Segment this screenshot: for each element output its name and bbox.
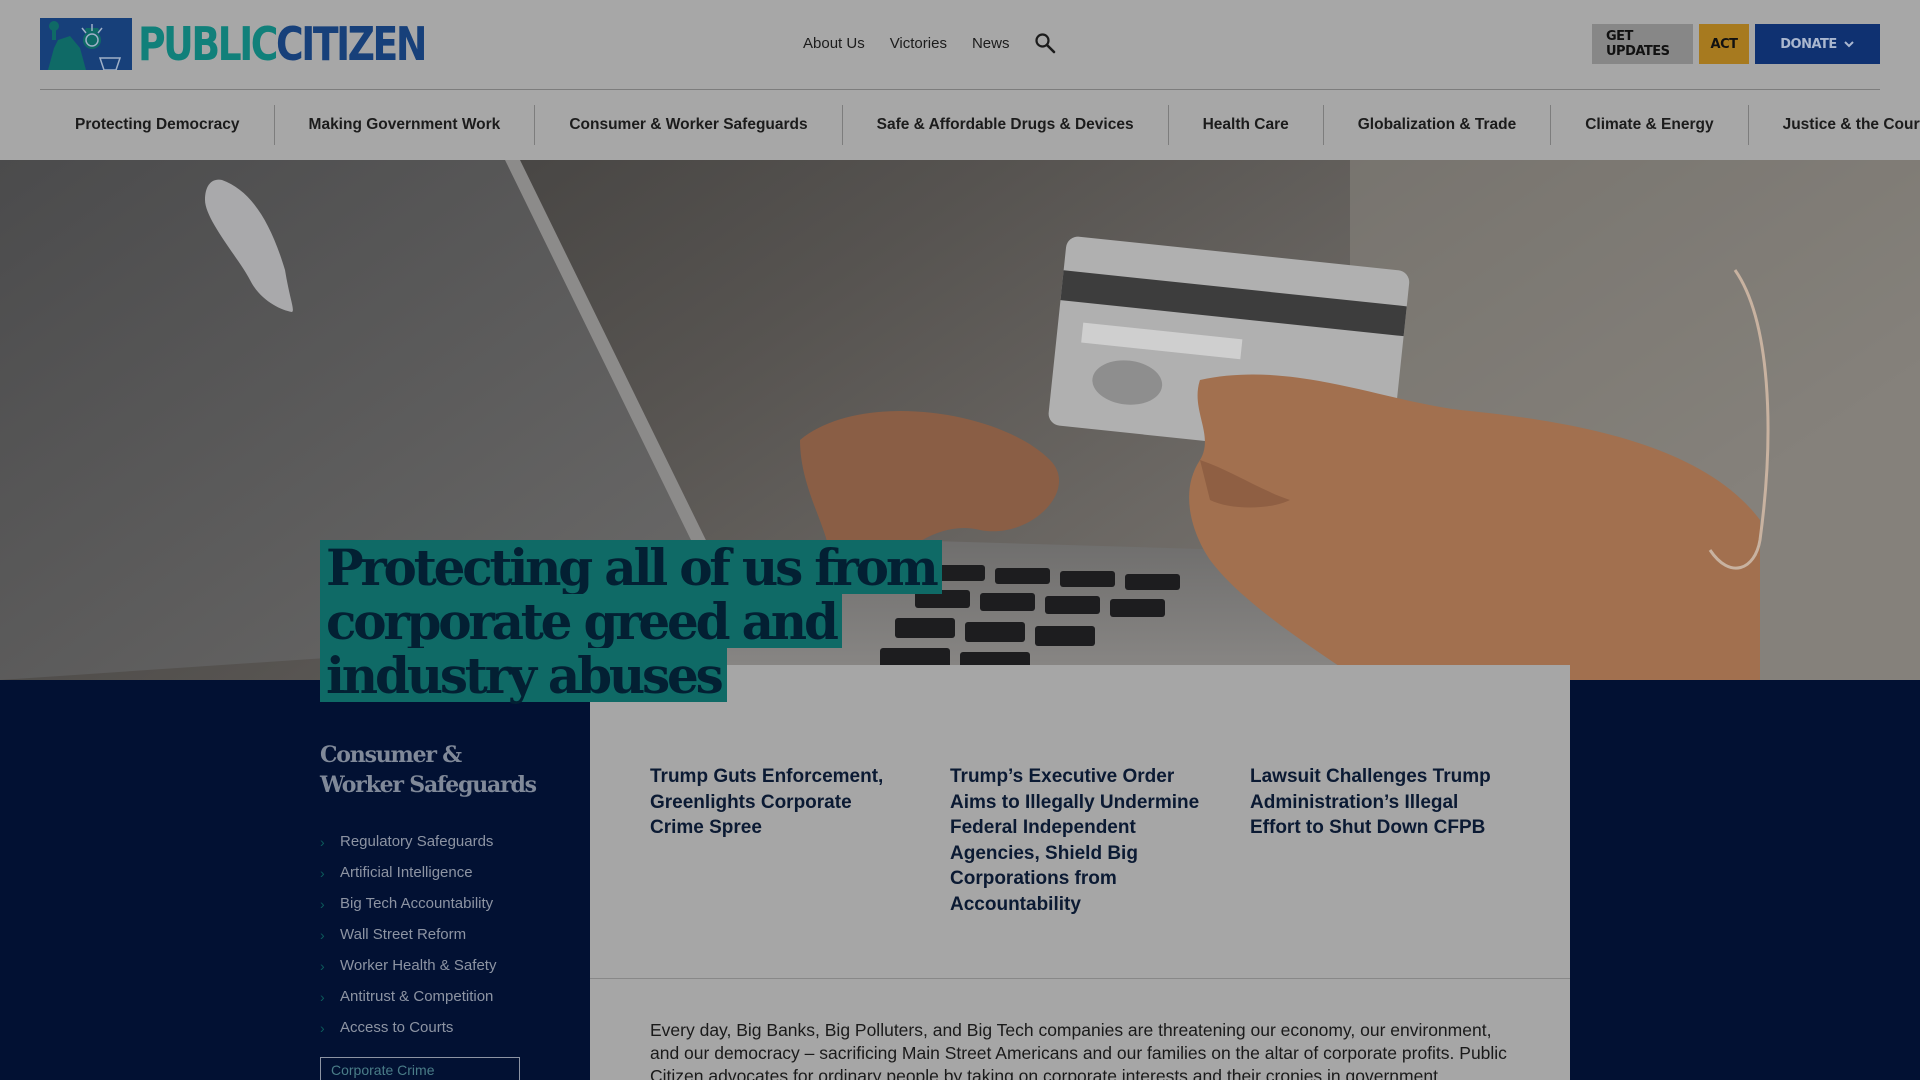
sidebar-item-label: Wall Street Reform [340,926,467,943]
featured-articles: Trump Guts Enforcement, Greenlights Corp… [650,764,1510,917]
sidebar-title: Consumer & Worker Safeguards [320,742,537,798]
sidebar-item-antitrust-competition[interactable]: › Antitrust & Competition [320,981,540,1012]
sidebar-item-label: Antitrust & Competition [340,988,494,1005]
main-nav: Protecting Democracy Making Government W… [40,90,1920,160]
nav-news[interactable]: News [972,35,1010,52]
sidebar-item-artificial-intelligence[interactable]: › Artificial Intelligence [320,857,540,888]
sidebar-item-worker-health-safety[interactable]: › Worker Health & Safety [320,950,540,981]
statue-of-liberty-icon [40,18,132,70]
sidebar-item-label: Worker Health & Safety [340,957,497,974]
chevron-right-icon: › [320,1019,325,1036]
hero-headline-line-1: Protecting all of us from [320,540,942,594]
main-nav-protecting-democracy[interactable]: Protecting Democracy [40,105,275,145]
main-nav-consumer-worker-safeguards[interactable]: Consumer & Worker Safeguards [535,105,843,145]
sidebar-item-regulatory-safeguards[interactable]: › Regulatory Safeguards [320,826,540,857]
nav-about-us[interactable]: About Us [803,35,865,52]
article-link[interactable]: Trump’s Executive Order Aims to Illegall… [950,764,1210,917]
sidebar-item-access-to-courts[interactable]: › Access to Courts [320,1012,540,1043]
section-sidebar: Consumer & Worker Safeguards › Regulatory… [320,740,540,1080]
sidebar-item-big-tech-accountability[interactable]: › Big Tech Accountability [320,888,540,919]
chevron-down-icon [1844,41,1854,48]
article-link[interactable]: Trump Guts Enforcement, Greenlights Corp… [650,764,910,917]
hero-headline-line-2: corporate greed and [320,594,842,648]
donate-button[interactable]: DONATE [1755,24,1880,64]
chevron-right-icon: › [320,833,325,850]
logo-word-public: PUBLIC [138,17,278,71]
featured-panel: Trump Guts Enforcement, Greenlights Corp… [590,665,1570,1080]
search-icon[interactable] [1034,32,1056,54]
sidebar-tag-corporate-crime[interactable]: Corporate Crime [320,1057,520,1080]
article-link[interactable]: Lawsuit Challenges Trump Administration’… [1250,764,1510,917]
sidebar-list: › Regulatory Safeguards › Artificial Intel… [320,826,540,1043]
chevron-right-icon: › [320,864,325,881]
main-nav-climate-energy[interactable]: Climate & Energy [1551,105,1749,145]
logo-word-citizen: CITIZEN [276,17,427,71]
hero-headline: Protecting all of us from corporate gree… [320,540,942,702]
chevron-right-icon: › [320,926,325,943]
chevron-right-icon: › [320,895,325,912]
hero-image [0,160,1920,680]
header-actions: GET UPDATES ACT DONATE [1592,24,1880,64]
hero-headline-line-3: industry abuses [320,648,727,702]
panel-divider [590,978,1570,979]
sidebar-item-wall-street-reform[interactable]: › Wall Street Reform [320,919,540,950]
nav-victories[interactable]: Victories [890,35,947,52]
main-nav-making-government-work[interactable]: Making Government Work [275,105,536,145]
main-nav-health-care[interactable]: Health Care [1169,105,1324,145]
sidebar-item-label: Big Tech Accountability [340,895,494,912]
main-nav-globalization-trade[interactable]: Globalization & Trade [1324,105,1552,145]
main-nav-justice-courts[interactable]: Justice & the Courts [1749,105,1920,145]
intro-paragraph: Every day, Big Banks, Big Polluters, and… [650,1020,1507,1080]
sidebar-item-label: Regulatory Safeguards [340,833,494,850]
sidebar-item-label: Artificial Intelligence [340,864,473,881]
act-button[interactable]: ACT [1699,24,1749,64]
main-nav-drugs-devices[interactable]: Safe & Affordable Drugs & Devices [843,105,1169,145]
site-header: PUBLICCITIZEN About Us Victories News GE… [0,0,1920,160]
site-logo[interactable]: PUBLICCITIZEN [40,18,488,70]
donate-label: DONATE [1780,36,1837,52]
chevron-right-icon: › [320,988,325,1005]
utility-nav: About Us Victories News [803,32,1056,54]
sidebar-item-label: Access to Courts [340,1019,454,1036]
chevron-right-icon: › [320,957,325,974]
get-updates-button[interactable]: GET UPDATES [1592,24,1693,64]
logo-wordmark: PUBLICCITIZEN [138,17,427,71]
